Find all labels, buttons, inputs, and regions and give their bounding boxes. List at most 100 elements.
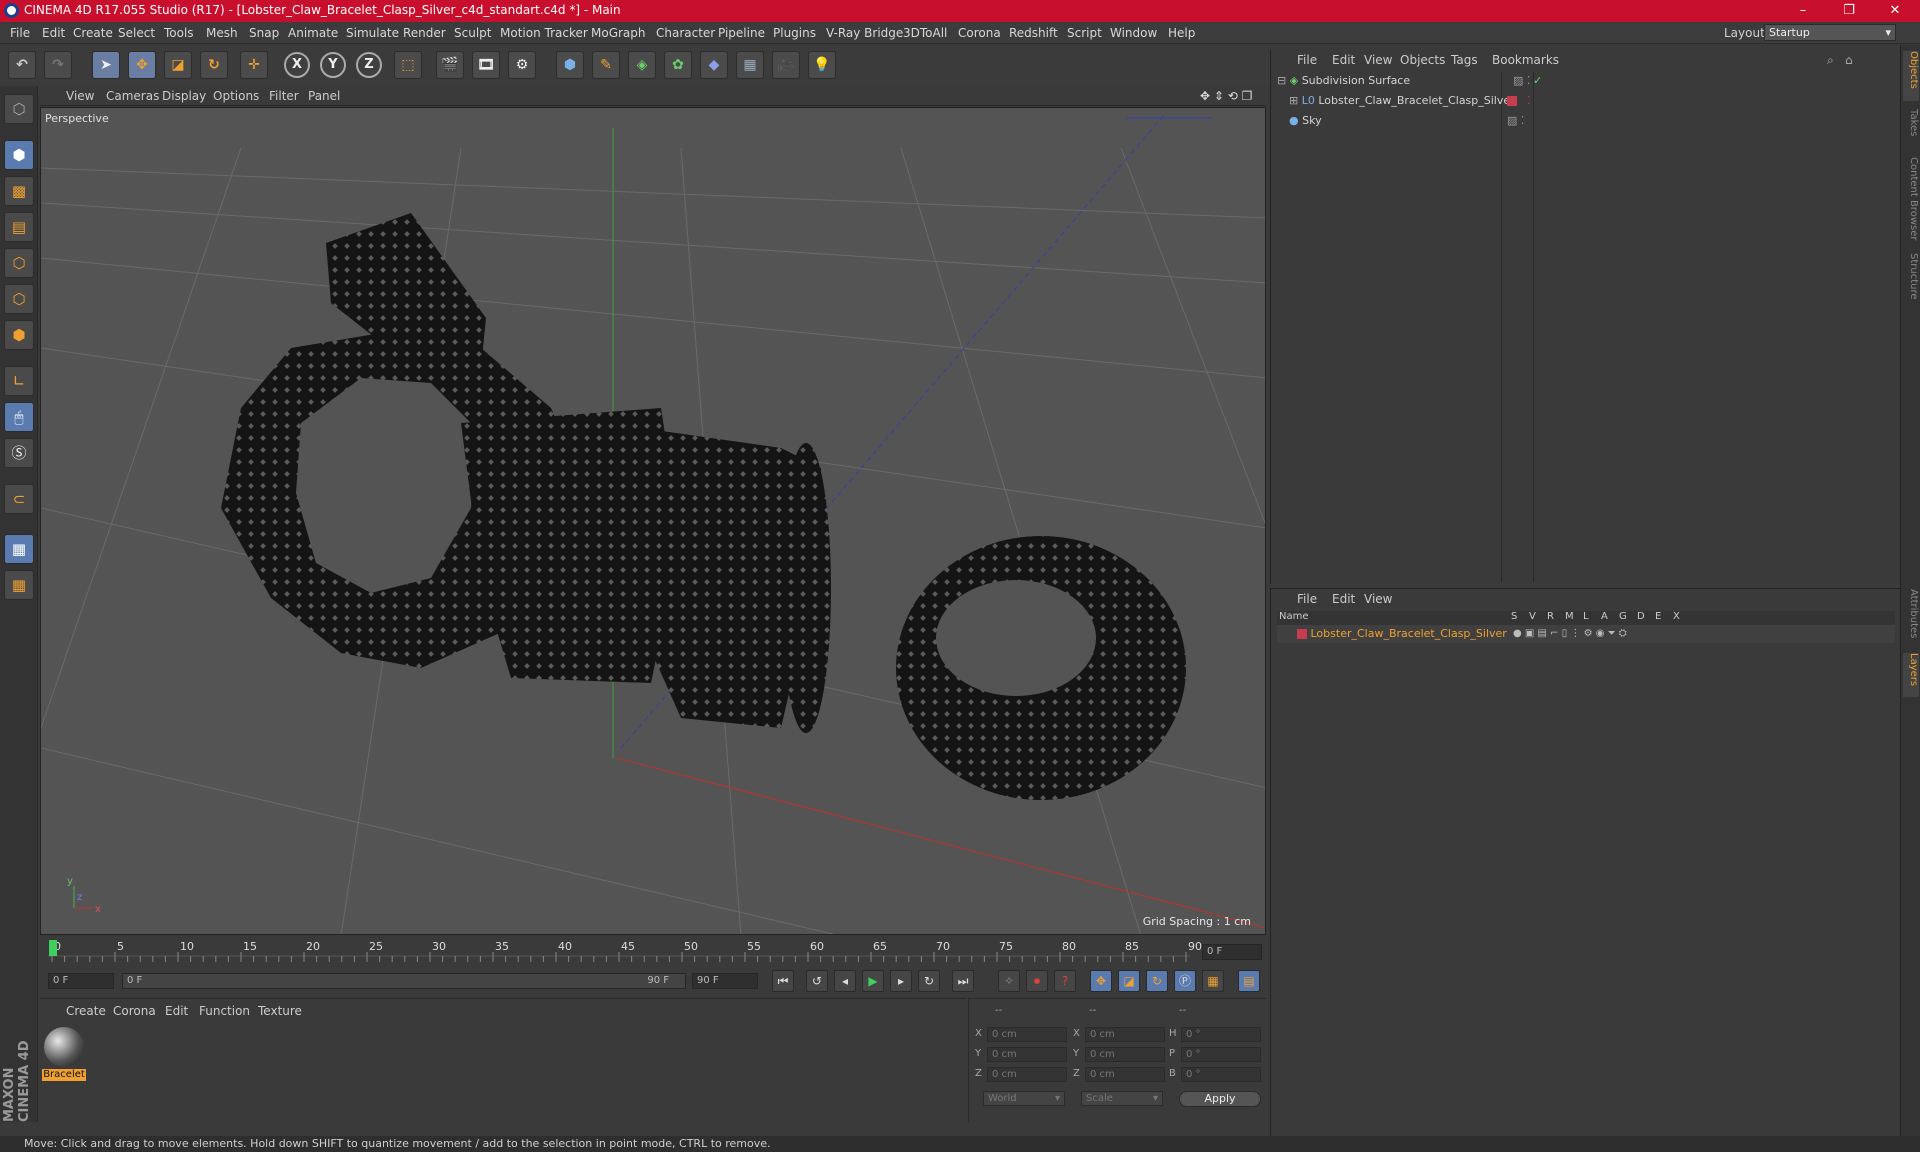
menu-pipeline[interactable]: Pipeline: [718, 26, 765, 40]
object-row[interactable]: ⊞ L0 Lobster_Claw_Bracelet_Clasp_Silver …: [1289, 92, 1907, 110]
menu-sculpt[interactable]: Sculpt: [454, 26, 491, 40]
layer-menu-view[interactable]: View: [1364, 592, 1392, 606]
menu-mesh[interactable]: Mesh: [206, 26, 238, 40]
layer-flag-icons[interactable]: ● ▣ ▤ ⌐ ▯ ⋮ ⚙ ◉ ⏷ ⛭: [1513, 625, 1627, 643]
visibility-dots[interactable]: ▨ ⁚: [1513, 72, 1530, 90]
key-position-icon[interactable]: ✥: [1090, 970, 1112, 992]
minimize-button[interactable]: –: [1780, 0, 1826, 22]
coord-space-select[interactable]: World ▾: [983, 1091, 1065, 1106]
lobster-claw-clasp-model[interactable]: [221, 213, 1186, 800]
restore-button[interactable]: ❐: [1826, 0, 1872, 22]
tab-objects[interactable]: Objects: [1903, 51, 1919, 101]
make-editable-icon[interactable]: ⬡: [4, 94, 34, 124]
mat-menu-edit[interactable]: Edit: [165, 1004, 188, 1018]
motion-path-icon[interactable]: ✧: [998, 970, 1020, 992]
obj-menu-bookmarks[interactable]: Bookmarks: [1492, 53, 1559, 67]
rotation-p-field[interactable]: 0 °: [1181, 1047, 1261, 1062]
collapse-icon[interactable]: ⊟: [1277, 74, 1286, 87]
model-mode-icon[interactable]: ⬢: [4, 140, 34, 170]
menu-edit[interactable]: Edit: [42, 26, 65, 40]
floor-icon[interactable]: ▦: [736, 51, 764, 79]
obj-menu-file[interactable]: File: [1297, 53, 1317, 67]
next-key-icon[interactable]: ↻: [918, 970, 940, 992]
position-x-field[interactable]: 0 cm: [987, 1027, 1067, 1042]
rotation-b-field[interactable]: 0 °: [1181, 1067, 1261, 1082]
timeline-ruler[interactable]: 0 5 10 15 20 25 30 35 40 45 50 55 60 65 70 75 80 85 90 0 F: [40, 936, 1266, 970]
subdivision-icon[interactable]: ◈: [628, 51, 656, 79]
play-icon[interactable]: ▶: [862, 970, 884, 992]
tab-layers[interactable]: Layers: [1903, 653, 1919, 697]
mat-menu-texture[interactable]: Texture: [258, 1004, 302, 1018]
vp-menu-filter[interactable]: Filter: [269, 89, 299, 103]
record-keyframe-icon[interactable]: ⏺: [1026, 970, 1048, 992]
x-axis-toggle[interactable]: X: [284, 52, 310, 78]
size-y-field[interactable]: 0 cm: [1085, 1047, 1165, 1062]
previous-key-icon[interactable]: ↺: [806, 970, 828, 992]
layout-select[interactable]: Startup ▾: [1764, 24, 1896, 41]
tweak-mode-icon[interactable]: 🖱: [4, 402, 34, 432]
pen-spline-icon[interactable]: ✎: [592, 51, 620, 79]
layer-row[interactable]: Lobster_Claw_Bracelet_Clasp_Silver ● ▣ ▤…: [1277, 625, 1895, 643]
menu-window[interactable]: Window: [1110, 26, 1157, 40]
obj-menu-tags[interactable]: Tags: [1451, 53, 1478, 67]
close-button[interactable]: ✕: [1872, 0, 1918, 22]
menu-redshift[interactable]: Redshift: [1009, 26, 1058, 40]
vp-menu-view[interactable]: View: [66, 89, 94, 103]
locked-workplane-icon[interactable]: ▦: [4, 534, 34, 564]
layer-color-swatch[interactable]: [1297, 629, 1307, 639]
menu-script[interactable]: Script: [1067, 26, 1102, 40]
light-icon[interactable]: 💡: [808, 51, 836, 79]
z-axis-toggle[interactable]: Z: [356, 52, 382, 78]
end-frame-field[interactable]: 90 F: [692, 973, 758, 989]
menu-character[interactable]: Character: [656, 26, 715, 40]
tab-content-browser[interactable]: Content Browser: [1903, 157, 1919, 247]
render-picture-viewer-icon[interactable]: 🎞: [472, 51, 500, 79]
position-z-field[interactable]: 0 cm: [987, 1067, 1067, 1082]
axis-mode-icon[interactable]: ∟: [4, 366, 34, 396]
menu-help[interactable]: Help: [1168, 26, 1195, 40]
frame-range-slider[interactable]: 0 F 90 F: [122, 973, 686, 989]
solo-icon[interactable]: Ⓢ: [4, 438, 34, 468]
render-view-icon[interactable]: 🎬: [436, 51, 464, 79]
polygons-mode-icon[interactable]: ⬢: [4, 320, 34, 350]
select-arrow-icon[interactable]: ➤: [92, 51, 120, 79]
tab-attributes[interactable]: Attributes: [1903, 589, 1919, 649]
mograph-cloner-icon[interactable]: ✿: [664, 51, 692, 79]
key-parameter-icon[interactable]: Ⓟ: [1174, 970, 1196, 992]
go-to-end-icon[interactable]: ⏭: [952, 970, 974, 992]
transform-icon[interactable]: ✛: [240, 51, 268, 79]
cube-primitive-icon[interactable]: ⬢: [556, 51, 584, 79]
menu-simulate[interactable]: Simulate: [346, 26, 399, 40]
next-frame-icon[interactable]: ▸: [890, 970, 912, 992]
vp-menu-display[interactable]: Display: [162, 89, 206, 103]
vp-menu-options[interactable]: Options: [213, 89, 259, 103]
menu-motion-tracker[interactable]: Motion Tracker: [500, 26, 588, 40]
timeline-window-icon[interactable]: ▤: [1238, 970, 1260, 992]
camera-icon[interactable]: 🎥: [772, 51, 800, 79]
key-scale-icon[interactable]: ◪: [1118, 970, 1140, 992]
rotation-h-field[interactable]: 0 °: [1181, 1027, 1261, 1042]
search-icon[interactable]: ⌕: [1827, 53, 1834, 68]
obj-menu-objects[interactable]: Objects: [1400, 53, 1445, 67]
menu-file[interactable]: File: [10, 26, 30, 40]
key-rotation-icon[interactable]: ↻: [1146, 970, 1168, 992]
3d-viewport[interactable]: y x z Perspective Grid Spacing : 1 cm: [40, 107, 1266, 935]
object-row[interactable]: ● Sky ▨ ⁚: [1289, 112, 1907, 130]
size-x-field[interactable]: 0 cm: [1085, 1027, 1165, 1042]
workplane-icon[interactable]: ▤: [4, 212, 34, 242]
menu-snap[interactable]: Snap: [249, 26, 279, 40]
menu-render[interactable]: Render: [403, 26, 446, 40]
deformer-icon[interactable]: ◆: [700, 51, 728, 79]
autokey-icon[interactable]: ?: [1054, 970, 1076, 992]
menu-select[interactable]: Select: [118, 26, 155, 40]
position-y-field[interactable]: 0 cm: [987, 1047, 1067, 1062]
menu-create[interactable]: Create: [73, 26, 113, 40]
menu-3dtoall[interactable]: 3DToAll: [903, 26, 947, 40]
tab-structure[interactable]: Structure: [1903, 253, 1919, 313]
undo-icon[interactable]: ↶: [8, 51, 36, 79]
move-icon[interactable]: ✥: [128, 51, 156, 79]
menu-vray-bridge[interactable]: V-Ray Bridge: [826, 26, 903, 40]
rotate-icon[interactable]: ↻: [200, 51, 228, 79]
redo-icon[interactable]: ↷: [44, 51, 72, 79]
go-to-start-icon[interactable]: ⏮: [772, 970, 794, 992]
